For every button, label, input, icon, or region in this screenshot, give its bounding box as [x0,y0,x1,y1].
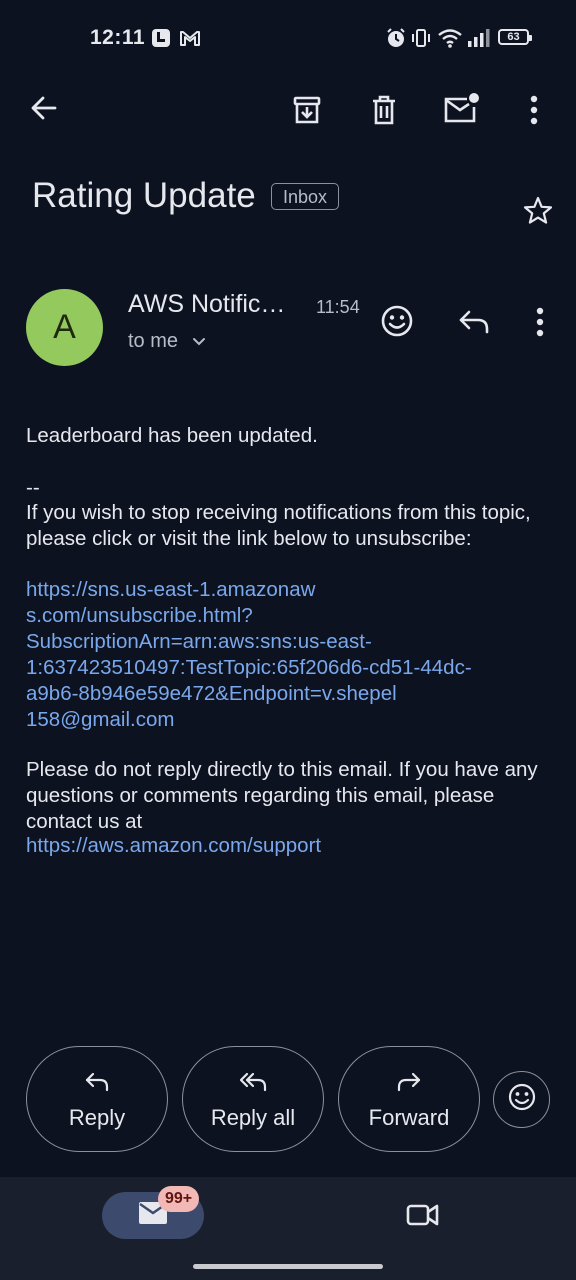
recipient-details-toggle[interactable]: to me [128,330,206,353]
support-link[interactable]: https://aws.amazon.com/support [26,833,546,859]
unsubscribe-link-line: SubscriptionArn=arn:aws:sns:us-east- [26,630,372,653]
reply-all-icon [238,1071,268,1098]
nav-meet-tab[interactable] [400,1197,446,1237]
wifi-icon [437,27,463,54]
message-more-icon[interactable] [526,302,554,342]
reply-icon [84,1071,110,1098]
email-subject: Rating Update [32,176,256,215]
unsubscribe-link[interactable]: https://sns.us-east-1.amazonaw s.com/uns… [26,577,546,733]
signal-icon [467,27,491,54]
inbox-label-chip[interactable]: Inbox [271,183,340,210]
forward-icon [396,1071,422,1098]
notes-app-icon [150,27,172,54]
reply-button-label: Reply [68,1105,126,1130]
email-view-screen: 12:11 63 Rating Update Inbox A AWS Notif… [0,0,576,1280]
emoji-icon [507,1082,537,1117]
unsubscribe-link-line: s.com/unsubscribe.html? [26,604,253,627]
status-time: 12:11 [90,26,146,49]
forward-button[interactable]: Forward [338,1046,480,1152]
recipient-label: to me [128,330,179,352]
back-arrow-icon[interactable] [24,88,64,128]
body-line-updated: Leaderboard has been updated. [26,424,318,447]
reply-all-button-label: Reply all [210,1105,296,1130]
status-bar: 12:11 63 [0,0,576,76]
gmail-notification-icon [179,27,201,54]
body-contact-text: Please do not reply directly to this ema… [26,758,538,833]
delete-icon[interactable] [364,90,404,130]
unsubscribe-link-line: 1:637423510497:TestTopic:65f206d6-cd51-4… [26,656,472,679]
reply-button[interactable]: Reply [26,1046,168,1152]
forward-button-label: Forward [368,1105,450,1130]
home-indicator[interactable] [193,1264,383,1269]
sender-avatar[interactable]: A [26,289,103,366]
unread-count-badge: 99+ [158,1186,200,1212]
sender-name[interactable]: AWS Notific… [128,290,285,319]
vibrate-icon [410,27,432,54]
alarm-icon [385,27,407,54]
mark-unread-icon[interactable] [440,88,482,130]
video-camera-icon [405,1201,441,1234]
battery-icon: 63 [498,29,532,45]
email-time: 11:54 [316,297,360,317]
chevron-down-icon [192,330,206,353]
archive-icon[interactable] [286,90,328,130]
emoji-reaction-button[interactable] [493,1071,550,1128]
body-separator: -- [26,476,40,499]
more-vert-icon[interactable] [519,90,549,130]
body-unsubscribe-text: If you wish to stop receiving notificati… [26,501,531,550]
unsubscribe-link-line: 158@gmail.com [26,708,175,731]
reply-all-button[interactable]: Reply all [182,1046,324,1152]
unsubscribe-link-line: https://sns.us-east-1.amazonaw [26,578,316,601]
unsubscribe-link-line: a9b6-8b946e59e472&Endpoint=v.shepel [26,682,397,705]
add-reaction-icon[interactable] [376,300,418,342]
reply-icon[interactable] [454,302,494,342]
star-icon[interactable] [518,191,558,231]
